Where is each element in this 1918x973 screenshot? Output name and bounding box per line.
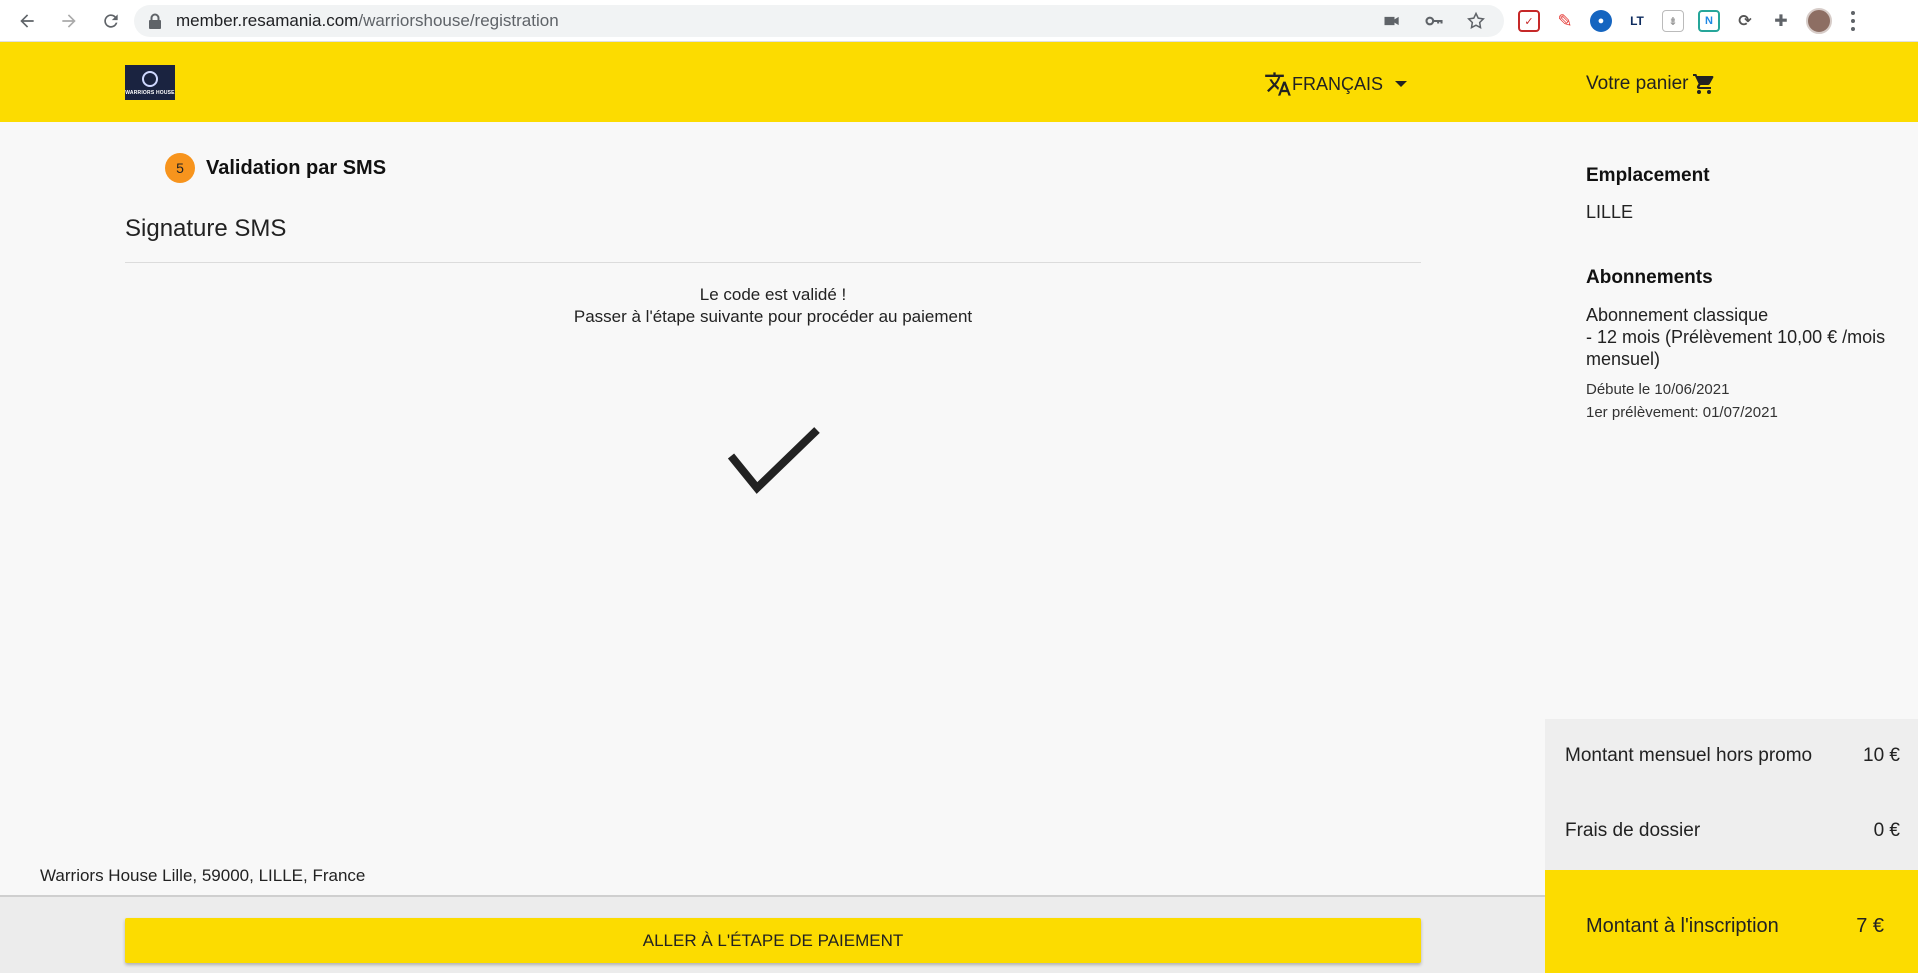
- total-label: Montant à l'inscription: [1586, 915, 1779, 937]
- start-date: Débute le 10/06/2021: [1586, 381, 1730, 398]
- message-line-2: Passer à l'étape suivante pour procéder …: [573, 307, 973, 326]
- extension-sync-icon[interactable]: ⟳: [1734, 10, 1756, 32]
- profile-avatar[interactable]: [1806, 8, 1832, 34]
- location-heading: Emplacement: [1586, 165, 1710, 186]
- extension-n-icon[interactable]: N: [1698, 10, 1720, 32]
- lock-icon: [149, 13, 161, 29]
- bookmark-star-icon[interactable]: [1466, 11, 1486, 31]
- monthly-amount-label: Montant mensuel hors promo: [1565, 745, 1813, 766]
- extension-globe-icon[interactable]: ●: [1590, 10, 1612, 32]
- logo-wordmark: WARRIORS HOUSE: [125, 90, 175, 96]
- extensions-puzzle-icon[interactable]: ✚: [1770, 10, 1792, 32]
- subscription-dates: Débute le 10/06/2021 1er prélèvement: 01…: [1586, 378, 1778, 424]
- monthly-amount-row: Montant mensuel hors promo 10 €: [1565, 745, 1900, 767]
- forward-button[interactable]: [54, 6, 84, 36]
- total-row: Montant à l'inscription 7 €: [1586, 915, 1884, 938]
- section-title: Signature SMS: [125, 215, 287, 242]
- subscription-description: Abonnement classique - 12 mois (Prélèvem…: [1586, 304, 1885, 370]
- url-text: member.resamania.com/warriorshouse/regis…: [176, 11, 559, 30]
- divider: [125, 262, 1421, 263]
- fees-value: 0 €: [1873, 820, 1900, 841]
- back-arrow-icon: [20, 13, 34, 28]
- forward-arrow-icon: [62, 13, 76, 28]
- app-header: WARRIORS HOUSE FRANÇAIS Votre panier: [0, 42, 1918, 122]
- camera-icon[interactable]: [1382, 11, 1402, 31]
- warriors-house-logo[interactable]: WARRIORS HOUSE: [125, 65, 175, 100]
- extension-pen-icon[interactable]: ✎: [1554, 10, 1576, 32]
- extension-pocket-icon[interactable]: ✓: [1518, 10, 1540, 32]
- monthly-amount-value: 10 €: [1863, 745, 1900, 766]
- logo-emblem-icon: [142, 71, 158, 87]
- message-line-1: Le code est validé !: [699, 285, 847, 304]
- checkmark-icon: [727, 427, 820, 494]
- reload-icon: [104, 13, 118, 28]
- key-icon[interactable]: [1424, 11, 1444, 31]
- step-number-badge: 5: [165, 153, 195, 183]
- total-value: 7 €: [1856, 915, 1884, 937]
- location-value: LILLE: [1586, 202, 1634, 222]
- language-selector[interactable]: FRANÇAIS: [1264, 70, 1408, 98]
- back-button[interactable]: [12, 6, 42, 36]
- step-label: Validation par SMS: [206, 156, 387, 179]
- step-indicator: 5 Validation par SMS: [165, 153, 386, 183]
- subscription-line-2: - 12 mois (Prélèvement 10,00 € /mois: [1586, 327, 1886, 347]
- browser-menu-icon[interactable]: [1850, 11, 1856, 31]
- extension-lt-icon[interactable]: LT: [1626, 10, 1648, 32]
- cart-button[interactable]: Votre panier: [1586, 72, 1716, 96]
- cart-label: Votre panier: [1586, 73, 1689, 94]
- extension-document-icon[interactable]: ⇟: [1662, 10, 1684, 32]
- first-debit-date: 1er prélèvement: 01/07/2021: [1586, 404, 1778, 421]
- go-to-payment-button[interactable]: ALLER À L'ÉTAPE DE PAIEMENT: [125, 918, 1421, 963]
- reload-button[interactable]: [96, 6, 126, 36]
- fees-row: Frais de dossier 0 €: [1565, 820, 1900, 842]
- subscription-line-3: mensuel): [1586, 349, 1661, 369]
- caret-down-icon: [1395, 81, 1408, 87]
- language-label: FRANÇAIS: [1292, 73, 1384, 94]
- fees-label: Frais de dossier: [1565, 820, 1701, 841]
- subscription-line-1: Abonnement classique: [1586, 305, 1769, 325]
- club-address: Warriors House Lille, 59000, LILLE, Fran…: [40, 866, 366, 885]
- translate-icon: [1265, 72, 1291, 96]
- browser-toolbar: member.resamania.com/warriorshouse/regis…: [0, 0, 1918, 42]
- cart-icon: [1693, 74, 1714, 94]
- validation-message: Le code est validé ! Passer à l'étape su…: [125, 284, 1421, 328]
- price-summary: [1545, 719, 1918, 870]
- address-bar[interactable]: member.resamania.com/warriorshouse/regis…: [134, 5, 1504, 37]
- subscriptions-heading: Abonnements: [1586, 267, 1713, 288]
